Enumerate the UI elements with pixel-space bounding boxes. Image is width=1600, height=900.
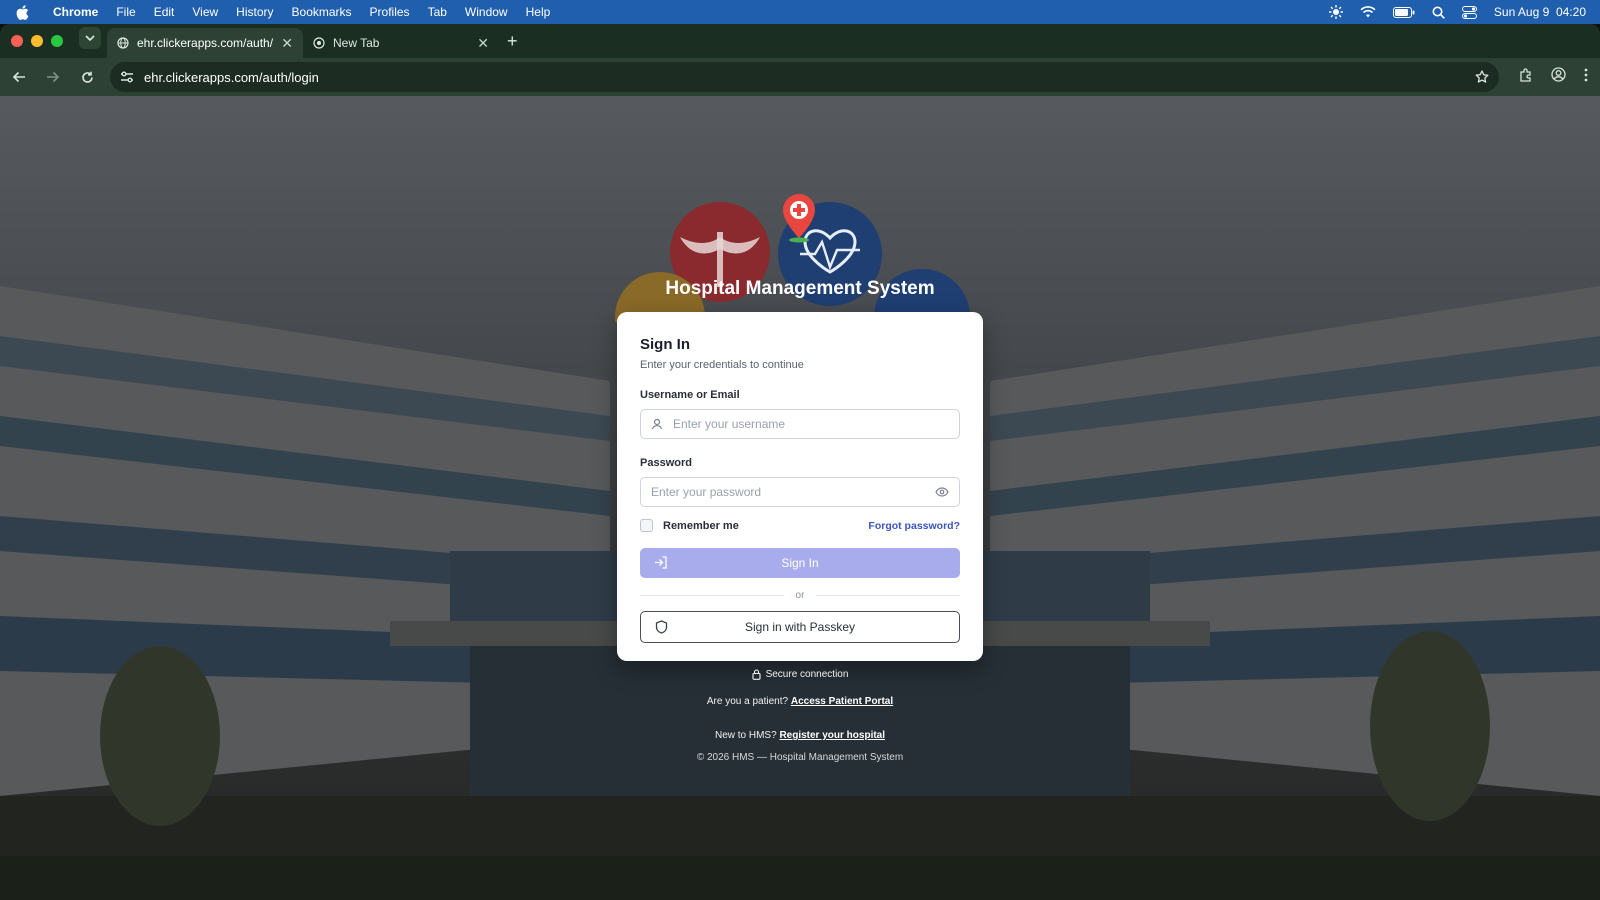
lock-icon [752, 669, 761, 680]
reload-icon [81, 71, 93, 83]
window-controls [0, 24, 73, 58]
site-globe-icon [117, 37, 129, 49]
address-bar[interactable]: ehr.clickerapps.com/auth/login [110, 62, 1499, 92]
username-input[interactable] [673, 417, 949, 431]
patient-prompt: Are you a patient? [706, 696, 789, 707]
menu-history[interactable]: History [227, 5, 282, 19]
bookmark-star-icon[interactable] [1475, 70, 1489, 84]
remember-me-checkbox[interactable] [640, 519, 653, 532]
browser-window: ehr.clickerapps.com/auth/log ✕ New Tab ✕… [0, 24, 1600, 900]
divider-label: or [795, 590, 805, 601]
back-button[interactable] [8, 66, 30, 88]
browser-toolbar: ehr.clickerapps.com/auth/login [0, 58, 1600, 96]
more-menu-icon[interactable] [1584, 68, 1588, 87]
menu-profiles[interactable]: Profiles [361, 5, 419, 19]
register-prompt: New to HMS? [714, 730, 777, 741]
signin-button[interactable]: Sign In [640, 548, 960, 578]
menu-edit[interactable]: Edit [145, 5, 184, 19]
arrow-right-icon [47, 71, 60, 83]
spotlight-search-icon[interactable] [1432, 6, 1445, 19]
copyright-text: © 2026 HMS — Hospital Management System [696, 752, 904, 763]
signin-button-label: Sign In [781, 556, 819, 570]
passkey-signin-button[interactable]: Sign in with Passkey [640, 611, 960, 643]
close-tab-icon[interactable]: ✕ [281, 35, 293, 52]
menu-help[interactable]: Help [517, 5, 560, 19]
patient-portal-link[interactable]: Access Patient Portal [791, 696, 893, 707]
tab-strip: ehr.clickerapps.com/auth/log ✕ New Tab ✕… [0, 24, 1600, 58]
user-icon [651, 418, 663, 430]
tab-new-tab[interactable]: New Tab ✕ [303, 28, 499, 58]
tab-search-button[interactable] [79, 27, 101, 49]
battery-icon[interactable] [1392, 6, 1415, 18]
signin-heading: Sign In [640, 336, 690, 353]
forgot-password-link[interactable]: Forgot password? [868, 520, 960, 532]
new-tab-button[interactable]: + [499, 31, 528, 58]
menu-bookmarks[interactable]: Bookmarks [283, 5, 361, 19]
menu-window[interactable]: Window [456, 5, 517, 19]
remember-me-label[interactable]: Remember me [663, 520, 739, 532]
brightness-icon[interactable] [1328, 5, 1343, 19]
medical-logo-illustration [615, 194, 970, 322]
password-label: Password [640, 457, 692, 469]
menubar-clock[interactable]: Sun Aug 9 04:20 [1494, 5, 1586, 19]
tab-title: New Tab [333, 36, 380, 50]
passkey-button-label: Sign in with Passkey [744, 620, 856, 634]
patient-portal-row: Are you a patient? Access Patient Portal [0, 696, 1600, 707]
signin-card: Sign In Enter your credentials to contin… [617, 312, 983, 661]
secure-connection-note: Secure connection [0, 669, 1600, 680]
maximize-window-button[interactable] [51, 35, 63, 47]
menu-tab[interactable]: Tab [419, 5, 456, 19]
login-page: Hospital Management System Sign In Enter… [0, 96, 1600, 900]
eye-icon[interactable] [935, 487, 949, 497]
extensions-icon[interactable] [1519, 67, 1533, 87]
arrow-left-icon [12, 71, 25, 83]
control-center-icon[interactable] [1461, 5, 1477, 19]
or-divider: or [640, 590, 960, 601]
menu-view[interactable]: View [183, 5, 227, 19]
minimize-window-button[interactable] [31, 35, 43, 47]
menu-app-name[interactable]: Chrome [44, 5, 107, 19]
menu-file[interactable]: File [107, 5, 144, 19]
secure-connection-text: Secure connection [765, 669, 849, 680]
shield-icon [655, 620, 668, 634]
forward-button[interactable] [42, 66, 64, 88]
chrome-icon [313, 37, 325, 49]
app-title: Hospital Management System [665, 278, 935, 299]
username-field-wrapper [640, 409, 960, 439]
close-window-button[interactable] [11, 35, 23, 47]
url-text: ehr.clickerapps.com/auth/login [144, 69, 319, 85]
password-input[interactable] [651, 485, 925, 499]
tab-ehr-login[interactable]: ehr.clickerapps.com/auth/log ✕ [107, 28, 303, 58]
wifi-icon[interactable] [1360, 6, 1376, 18]
login-arrow-icon [655, 556, 667, 569]
tab-title: ehr.clickerapps.com/auth/log [137, 36, 274, 50]
password-field-wrapper [640, 477, 960, 507]
close-tab-icon[interactable]: ✕ [477, 35, 489, 52]
site-settings-icon[interactable] [120, 71, 134, 83]
register-row: New to HMS? Register your hospital [0, 730, 1600, 741]
register-hospital-link[interactable]: Register your hospital [779, 730, 885, 741]
signin-subheading: Enter your credentials to continue [640, 359, 804, 371]
username-label: Username or Email [640, 389, 740, 401]
chevron-down-icon [85, 35, 95, 41]
reload-button[interactable] [76, 66, 98, 88]
mac-menubar: Chrome File Edit View History Bookmarks … [0, 0, 1600, 24]
profile-avatar-icon[interactable] [1551, 67, 1566, 87]
apple-icon[interactable] [0, 4, 44, 20]
